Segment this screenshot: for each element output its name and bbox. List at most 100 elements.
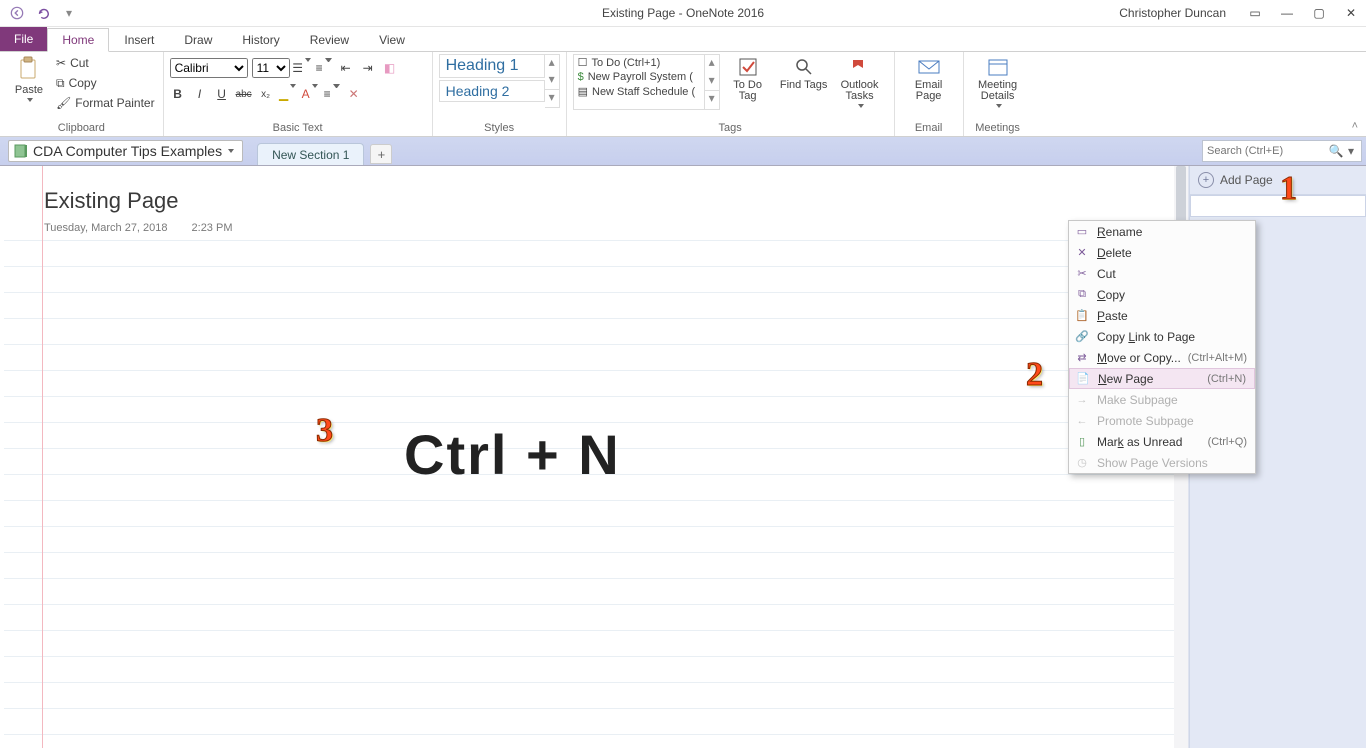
eraser-icon[interactable]: ◧ [382, 60, 398, 76]
indent-icon[interactable]: ⇥ [360, 60, 376, 76]
bold-button[interactable]: B [170, 86, 186, 102]
add-page-button[interactable]: + Add Page [1190, 166, 1366, 195]
dollar-icon: $ [578, 71, 584, 83]
notebook-selector[interactable]: CDA Computer Tips Examples [8, 140, 243, 162]
format-painter-button[interactable]: 🖌 Format Painter [54, 94, 157, 112]
search-input[interactable] [1203, 144, 1327, 158]
delete-icon: ✕ [1073, 245, 1091, 261]
copy-label: Copy [69, 76, 97, 90]
link-icon: 🔗 [1073, 329, 1091, 345]
meeting-details-label: Meeting Details [974, 80, 1022, 102]
tab-home[interactable]: Home [47, 28, 109, 52]
strike-button[interactable]: abc [236, 86, 252, 102]
bullets-icon[interactable]: ☰ [294, 60, 310, 76]
search-dropdown-icon[interactable]: ▾ [1345, 144, 1357, 158]
undo-icon[interactable] [34, 4, 52, 22]
checkbox-icon: ☐ [578, 56, 588, 69]
tags-scroll-down-icon[interactable]: ▾ [705, 73, 719, 91]
callout-1: 1 [1280, 170, 1297, 208]
styles-gallery[interactable]: Heading 1 Heading 2 [439, 54, 545, 104]
ribbon: Paste ✂ Cut ⧉ Copy 🖌 Format Painter Clip… [0, 52, 1366, 137]
add-section-button[interactable]: + [370, 144, 392, 164]
email-page-label: Email Page [905, 80, 953, 102]
ctx-mark-unread[interactable]: ▯ Mark as Unread (Ctrl+Q) [1069, 431, 1255, 452]
indent-right-icon: → [1073, 392, 1091, 408]
search-icon[interactable]: 🔍 [1327, 144, 1345, 158]
tab-file[interactable]: File [0, 27, 47, 51]
tags-expand-icon[interactable]: ▾ [705, 90, 719, 109]
tab-insert[interactable]: Insert [109, 27, 169, 51]
subscript-button[interactable]: x₂ [258, 86, 274, 102]
meeting-details-button[interactable]: Meeting Details [970, 54, 1026, 110]
page-list-item[interactable] [1190, 195, 1366, 217]
callout-2: 2 [1026, 356, 1043, 394]
ribbon-display-icon[interactable]: ▭ [1246, 6, 1264, 20]
ruled-background [4, 240, 1174, 748]
new-page-icon: 📄 [1074, 371, 1092, 387]
font-size-select[interactable]: 11 [252, 58, 290, 78]
ctx-rename[interactable]: ▭ Rename [1069, 221, 1255, 242]
font-color-button[interactable]: A [302, 86, 318, 102]
title-bar: ▾ Existing Page - OneNote 2016 Christoph… [0, 0, 1366, 27]
tab-review[interactable]: Review [295, 27, 364, 51]
tag-todo-label: To Do (Ctrl+1) [591, 57, 660, 69]
italic-button[interactable]: I [192, 86, 208, 102]
close-button[interactable]: ✕ [1342, 6, 1360, 20]
copy-button[interactable]: ⧉ Copy [54, 74, 157, 92]
font-name-select[interactable]: Calibri [170, 58, 248, 78]
highlight-button[interactable]: ▁ [280, 86, 296, 102]
add-page-label: Add Page [1220, 173, 1273, 187]
cut-button[interactable]: ✂ Cut [54, 54, 157, 72]
tab-history[interactable]: History [227, 27, 294, 51]
page-time: 2:23 PM [192, 222, 233, 234]
tab-draw[interactable]: Draw [169, 27, 227, 51]
ctx-show-versions: ◷ Show Page Versions [1069, 452, 1255, 473]
styles-scroll-down-icon[interactable]: ▾ [545, 72, 559, 89]
context-menu: ▭ Rename ✕ Delete ✂ Cut ⧉ Copy 📋 Paste 🔗… [1068, 220, 1256, 474]
email-page-button[interactable]: Email Page [901, 54, 957, 104]
group-basic-text: Calibri 11 ☰ ≡ ⇤ ⇥ ◧ B I U abc x₂ [164, 52, 433, 136]
tags-gallery[interactable]: ☐To Do (Ctrl+1) $New Payroll System ( ▤N… [573, 54, 705, 110]
ctx-promote-subpage: ← Promote Subpage [1069, 410, 1255, 431]
style-heading2[interactable]: Heading 2 [439, 80, 545, 102]
todo-tag-button[interactable]: To Do Tag [720, 54, 776, 104]
styles-scroll-up-icon[interactable]: ▴ [545, 55, 559, 72]
tab-view[interactable]: View [364, 27, 420, 51]
align-button[interactable]: ≡ [324, 86, 340, 102]
outdent-icon[interactable]: ⇤ [338, 60, 354, 76]
numbering-icon[interactable]: ≡ [316, 60, 332, 76]
group-styles-label: Styles [439, 120, 560, 136]
outlook-tasks-button[interactable]: Outlook Tasks [832, 54, 888, 110]
maximize-button[interactable]: ▢ [1310, 6, 1328, 20]
section-tab[interactable]: New Section 1 [257, 143, 364, 165]
ctx-cut[interactable]: ✂ Cut [1069, 263, 1255, 284]
search-box[interactable]: 🔍 ▾ [1202, 140, 1362, 162]
ctx-new-page[interactable]: 📄 New Page (Ctrl+N) [1069, 368, 1255, 389]
cut-label: Cut [70, 56, 89, 70]
group-clipboard-label: Clipboard [6, 120, 157, 136]
clear-formatting-button[interactable]: ✕ [346, 86, 362, 102]
qat-customize-icon[interactable]: ▾ [60, 4, 78, 22]
ctx-delete[interactable]: ✕ Delete [1069, 242, 1255, 263]
ribbon-collapse-icon[interactable]: ˄ [1352, 120, 1358, 132]
scissors-icon: ✂ [56, 56, 66, 70]
ctx-copy[interactable]: ⧉ Copy [1069, 284, 1255, 305]
ctx-paste[interactable]: 📋 Paste [1069, 305, 1255, 326]
page-title[interactable]: Existing Page [44, 188, 179, 214]
account-name[interactable]: Christopher Duncan [1119, 6, 1226, 20]
ctx-copy-link[interactable]: 🔗 Copy Link to Page [1069, 326, 1255, 347]
minimize-button[interactable]: — [1278, 6, 1296, 20]
ctx-move-copy[interactable]: ⇄ Move or Copy... (Ctrl+Alt+M) [1069, 347, 1255, 368]
styles-expand-icon[interactable]: ▾ [545, 89, 559, 107]
tags-scroll-up-icon[interactable]: ▴ [705, 55, 719, 73]
callout-3: 3 [316, 412, 333, 450]
find-tags-button[interactable]: Find Tags [776, 54, 832, 93]
paste-button[interactable]: Paste [6, 54, 52, 104]
back-icon[interactable] [8, 4, 26, 22]
underline-button[interactable]: U [214, 86, 230, 102]
editor-canvas[interactable]: Existing Page Tuesday, March 27, 2018 2:… [0, 166, 1189, 748]
body-text[interactable]: Ctrl + N [404, 422, 621, 487]
paste-label: Paste [15, 84, 43, 96]
group-tags: ☐To Do (Ctrl+1) $New Payroll System ( ▤N… [567, 52, 895, 136]
style-heading1[interactable]: Heading 1 [439, 54, 545, 78]
